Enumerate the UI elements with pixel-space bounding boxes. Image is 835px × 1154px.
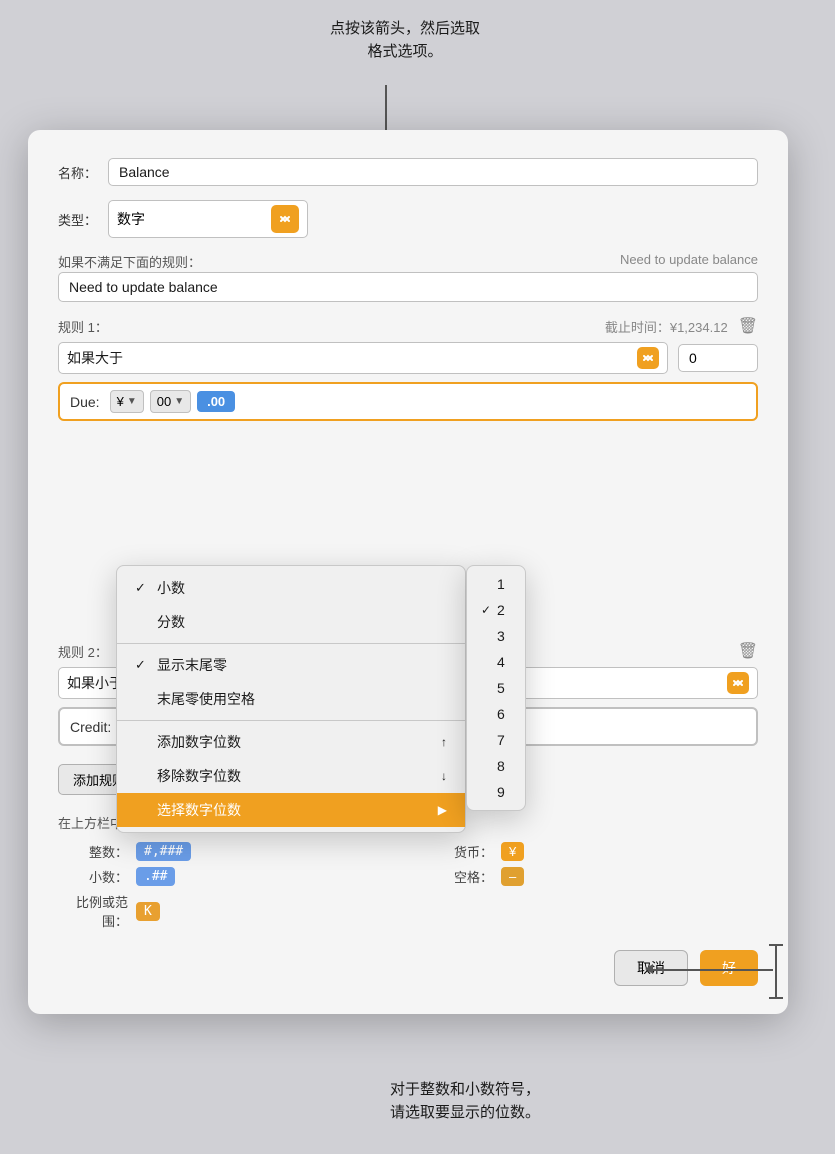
- submenu-item-4[interactable]: 4: [467, 649, 525, 675]
- rule-error-hint: Need to update balance: [620, 252, 758, 267]
- submenu-item-6[interactable]: 6: [467, 701, 525, 727]
- token-integer-label: 整数：: [58, 842, 128, 861]
- rule1-delete-btn[interactable]: 🗑: [738, 316, 758, 336]
- menu-arrow-add-digit: ↑: [441, 735, 447, 749]
- token-integer-badge[interactable]: #,###: [136, 842, 191, 861]
- menu-item-fraction[interactable]: 分数: [117, 605, 465, 639]
- type-chevron-btn[interactable]: [271, 205, 299, 233]
- rule1-condition-value: 如果大于: [67, 348, 633, 368]
- rule1-condition-select[interactable]: 如果大于: [58, 342, 668, 374]
- rule-error-input[interactable]: [58, 272, 758, 302]
- submenu-item-9[interactable]: 9: [467, 779, 525, 805]
- menu-item-trailing-space[interactable]: 末尾零使用空格: [117, 682, 465, 716]
- menu-divider-2: [117, 720, 465, 721]
- submenu-check-2: ✓: [481, 603, 495, 617]
- annotation-bottom: 对于整数和小数符号， 请选取要显示的位数。: [390, 1079, 540, 1124]
- format-currency-value: ¥: [117, 394, 124, 409]
- token-integer-row: 整数： #,###: [58, 842, 393, 861]
- token-currency-row: 货币： ¥: [423, 842, 758, 861]
- rule-error-label: 如果不满足下面的规则：: [58, 255, 201, 270]
- menu-item-add-digit[interactable]: 添加数字位数 ↑: [117, 725, 465, 759]
- rule1-value-input[interactable]: [678, 344, 758, 372]
- tokens-grid: 整数： #,### 货币： ¥ 小数： .## 空格： – 比例或范围： K: [58, 842, 758, 930]
- submenu: 1 ✓2 3 4 5 6 7 8 9: [466, 565, 526, 811]
- submenu-item-1[interactable]: 1: [467, 571, 525, 597]
- rule2-label: 规则 2：: [58, 642, 108, 661]
- token-scale-label: 比例或范围：: [58, 892, 128, 930]
- menu-label-add-digit: 添加数字位数: [157, 732, 241, 752]
- menu-item-choose-digits[interactable]: 选择数字位数 ▶: [117, 793, 465, 827]
- bracket-bottom: [769, 997, 783, 999]
- rule1-format-row: Due: ¥ ▼ 00 ▼ .00: [58, 382, 758, 421]
- format-currency-select[interactable]: ¥ ▼: [110, 390, 144, 413]
- token-space-badge[interactable]: –: [501, 867, 524, 886]
- format-digits-chevron-icon: ▼: [174, 396, 184, 407]
- submenu-item-5[interactable]: 5: [467, 675, 525, 701]
- rule1-label: 规则 1：: [58, 317, 108, 336]
- name-input[interactable]: [108, 158, 758, 186]
- menu-check-decimal: ✓: [135, 580, 153, 596]
- token-space-label: 空格：: [423, 867, 493, 886]
- bracket-top: [769, 944, 783, 946]
- menu-divider-1: [117, 643, 465, 644]
- token-decimal-label: 小数：: [58, 867, 128, 886]
- rule1-condition-row: 如果大于: [58, 342, 758, 374]
- format-decimal-btn[interactable]: .00: [197, 391, 235, 412]
- bracket-arrowhead: [645, 964, 653, 974]
- token-currency-label: 货币：: [423, 842, 493, 861]
- submenu-item-8[interactable]: 8: [467, 753, 525, 779]
- menu-item-show-trailing[interactable]: ✓ 显示末尾零: [117, 648, 465, 682]
- rule1-hint: 截止时间：¥1,234.12: [605, 317, 728, 336]
- rule1-header: 规则 1： 截止时间：¥1,234.12 🗑: [58, 316, 758, 336]
- type-row: 类型： 数字: [58, 200, 758, 238]
- format-digits-value: 00: [157, 394, 171, 409]
- format-due-label: Due:: [70, 394, 100, 410]
- dialog-footer: 取消 好: [58, 950, 758, 986]
- submenu-item-2[interactable]: ✓2: [467, 597, 525, 623]
- token-scale-row: 比例或范围： K: [58, 892, 393, 930]
- format-currency-chevron-icon: ▼: [127, 396, 137, 407]
- token-currency-badge[interactable]: ¥: [501, 842, 524, 861]
- name-label: 名称：: [58, 163, 108, 182]
- rule-error-section: 如果不满足下面的规则： Need to update balance: [58, 252, 758, 302]
- menu-label-remove-digit: 移除数字位数: [157, 766, 241, 786]
- menu-label-fraction: 分数: [157, 612, 185, 632]
- format-digits-select[interactable]: 00 ▼: [150, 390, 191, 413]
- bracket-vertical: [775, 944, 777, 999]
- menu-label-trailing-space: 末尾零使用空格: [157, 689, 255, 709]
- menu-check-show-trailing: ✓: [135, 657, 153, 673]
- menu-item-decimal[interactable]: ✓ 小数: [117, 571, 465, 605]
- token-decimal-row: 小数： .##: [58, 867, 393, 886]
- menu-label-show-trailing: 显示末尾零: [157, 655, 227, 675]
- bracket-horizontal: [653, 969, 773, 971]
- type-label: 类型：: [58, 210, 108, 229]
- menu-item-remove-digit[interactable]: 移除数字位数 ↓: [117, 759, 465, 793]
- menu-label-decimal: 小数: [157, 578, 185, 598]
- token-decimal-badge[interactable]: .##: [136, 867, 175, 886]
- dialog: 名称： 类型： 数字 如果不满足下面的规则： Need to update ba…: [28, 130, 788, 1014]
- rule1-section: 规则 1： 截止时间：¥1,234.12 🗑 如果大于 Due:: [58, 316, 758, 421]
- type-select[interactable]: 数字: [108, 200, 308, 238]
- rule2-delete-btn[interactable]: 🗑: [738, 641, 758, 661]
- annotation-top: 点按该箭头，然后选取 格式选项。: [330, 18, 480, 63]
- format-credit-label: Credit:: [70, 719, 111, 735]
- rule2-condition-chevron[interactable]: [727, 672, 749, 694]
- token-scale-badge[interactable]: K: [136, 902, 160, 921]
- ok-button[interactable]: 好: [700, 950, 758, 986]
- name-row: 名称：: [58, 158, 758, 186]
- menu-label-choose-digits: 选择数字位数: [157, 800, 241, 820]
- submenu-item-7[interactable]: 7: [467, 727, 525, 753]
- menu-arrow-remove-digit: ↓: [441, 769, 447, 783]
- submenu-item-3[interactable]: 3: [467, 623, 525, 649]
- dropdown-menu: ✓ 小数 分数 ✓ 显示末尾零 末尾零使用空格 添加数字位数 ↑ 移除数字位数 …: [116, 565, 466, 833]
- type-value: 数字: [117, 209, 267, 229]
- token-space-row: 空格： –: [423, 867, 758, 886]
- menu-arrow-choose-digits: ▶: [438, 803, 447, 817]
- rule1-condition-chevron[interactable]: [637, 347, 659, 369]
